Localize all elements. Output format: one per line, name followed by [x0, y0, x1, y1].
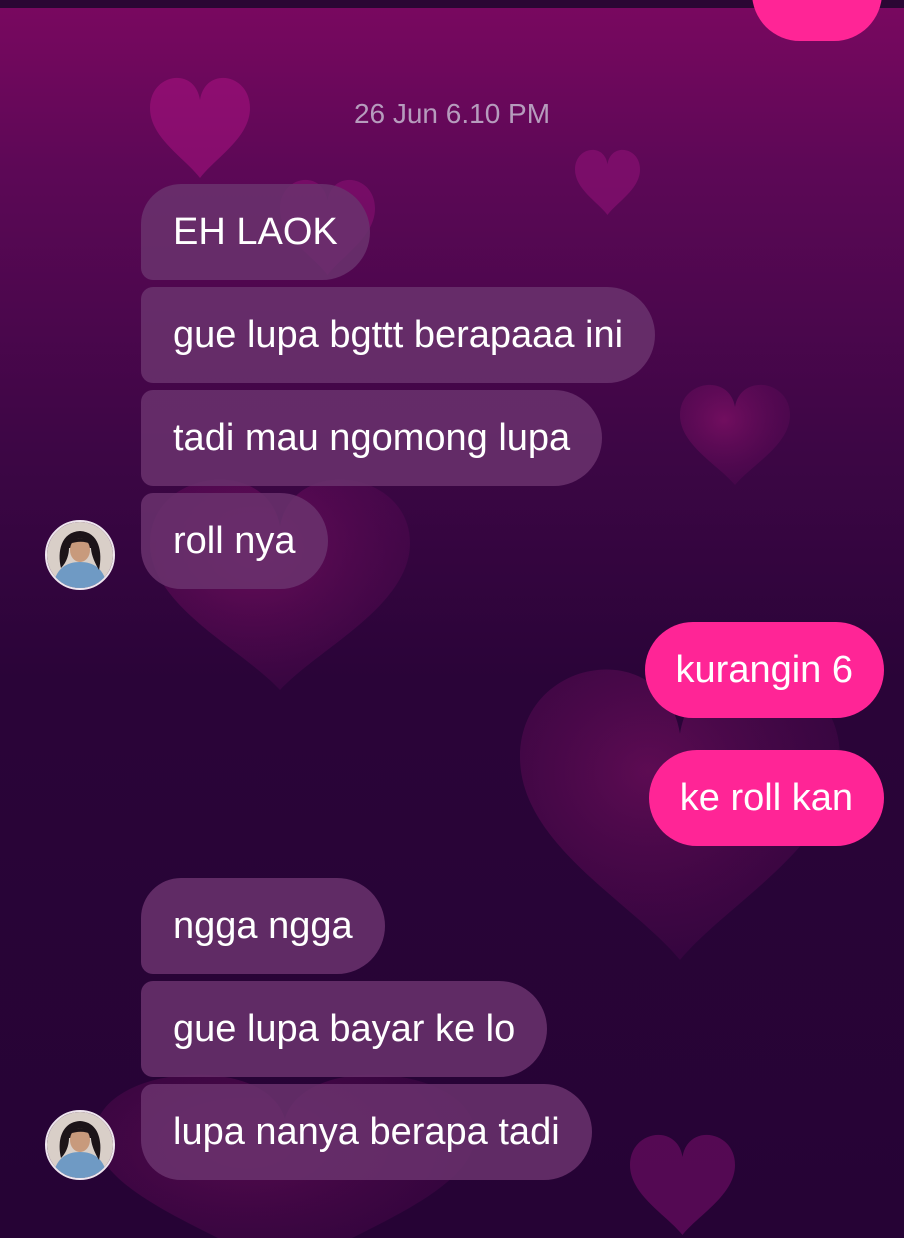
- heart-icon: [575, 149, 640, 215]
- outgoing-message[interactable]: kurangin 6: [644, 622, 884, 718]
- heart-icon: [630, 1134, 735, 1235]
- contact-avatar[interactable]: [45, 1110, 115, 1180]
- incoming-message[interactable]: lupa nanya berapa tadi: [141, 1084, 592, 1180]
- avatar-photo: [47, 1112, 113, 1178]
- heart-icon: [680, 384, 790, 485]
- incoming-message[interactable]: gue lupa bgttt berapaaa ini: [141, 287, 656, 383]
- previous-outgoing-bubble: [752, 0, 882, 41]
- incoming-message[interactable]: EH LAOK: [141, 184, 370, 280]
- contact-avatar[interactable]: [45, 520, 115, 590]
- incoming-message[interactable]: gue lupa bayar ke lo: [141, 981, 548, 1077]
- incoming-message[interactable]: roll nya: [141, 493, 328, 589]
- incoming-message[interactable]: ngga ngga: [141, 878, 385, 974]
- message-timestamp: 26 Jun 6.10 PM: [353, 98, 551, 129]
- outgoing-message[interactable]: ke roll kan: [648, 750, 884, 846]
- incoming-message[interactable]: tadi mau ngomong lupa: [141, 390, 603, 486]
- avatar-photo: [47, 522, 113, 588]
